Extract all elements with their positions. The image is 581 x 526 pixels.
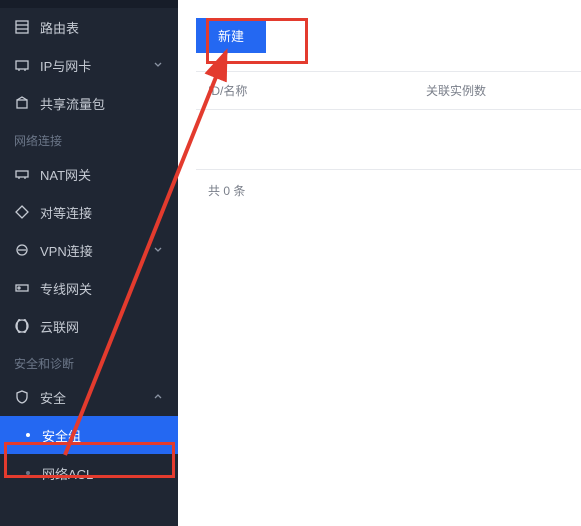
vpn-icon (14, 242, 30, 258)
sidebar-section-network: 网络连接 (0, 122, 178, 155)
sidebar-item-dedicated-line[interactable]: 专线网关 (0, 269, 178, 307)
cloud-net-icon (14, 318, 30, 334)
sidebar-item-security[interactable]: 安全 (0, 378, 178, 416)
sidebar-subitem-label: 网络ACL (42, 464, 93, 483)
sidebar-top-gap (0, 0, 178, 8)
nat-gateway-icon (14, 166, 30, 182)
sidebar-item-label: 安全 (40, 388, 152, 407)
sidebar-subitem-label: 安全组 (42, 426, 81, 445)
sidebar-item-label: NAT网关 (40, 165, 164, 184)
table-body-empty (196, 110, 581, 170)
sidebar-item-label: 云联网 (40, 317, 164, 336)
table-header-id-name: ID/名称 (196, 82, 426, 99)
sidebar-item-label: 专线网关 (40, 279, 164, 298)
sidebar-item-label: 路由表 (40, 18, 164, 37)
new-button[interactable]: 新建 (196, 18, 266, 53)
sidebar-section-security: 安全和诊断 (0, 345, 178, 378)
table: ID/名称 关联实例数 共 0 条 (196, 71, 581, 211)
sidebar-item-ip-nic[interactable]: IP与网卡 (0, 46, 178, 84)
traffic-package-icon (14, 95, 30, 111)
footer-count: 0 (223, 184, 230, 198)
chevron-down-icon (152, 244, 164, 256)
bullet-icon (26, 433, 30, 437)
dedicated-line-icon (14, 280, 30, 296)
sidebar-item-cloud-net[interactable]: 云联网 (0, 307, 178, 345)
sidebar-subitem-network-acl[interactable]: 网络ACL (0, 454, 178, 492)
sidebar-item-route-table[interactable]: 路由表 (0, 8, 178, 46)
route-table-icon (14, 19, 30, 35)
ip-nic-icon (14, 57, 30, 73)
sidebar-item-nat-gateway[interactable]: NAT网关 (0, 155, 178, 193)
main-panel: 新建 ID/名称 关联实例数 共 0 条 (178, 0, 581, 526)
sidebar-subitem-security-group[interactable]: 安全组 (0, 416, 178, 454)
sidebar-item-label: 共享流量包 (40, 94, 164, 113)
sidebar-item-traffic-package[interactable]: 共享流量包 (0, 84, 178, 122)
sidebar: 路由表 IP与网卡 共享流量包 网络连接 NAT网关 对等连接 VPN连接 (0, 0, 178, 526)
footer-suffix: 条 (233, 184, 245, 198)
sidebar-item-label: 对等连接 (40, 203, 164, 222)
sidebar-item-label: IP与网卡 (40, 56, 152, 75)
peering-icon (14, 204, 30, 220)
bullet-icon (26, 471, 30, 475)
sidebar-item-peering[interactable]: 对等连接 (0, 193, 178, 231)
sidebar-item-label: VPN连接 (40, 241, 152, 260)
table-header-related-instances: 关联实例数 (426, 82, 581, 99)
table-header-row: ID/名称 关联实例数 (196, 72, 581, 110)
shield-icon (14, 389, 30, 405)
toolbar: 新建 (196, 18, 581, 53)
chevron-up-icon (152, 391, 164, 403)
footer-prefix: 共 (208, 184, 220, 198)
sidebar-item-vpn[interactable]: VPN连接 (0, 231, 178, 269)
table-footer: 共 0 条 (196, 170, 581, 211)
chevron-down-icon (152, 59, 164, 71)
